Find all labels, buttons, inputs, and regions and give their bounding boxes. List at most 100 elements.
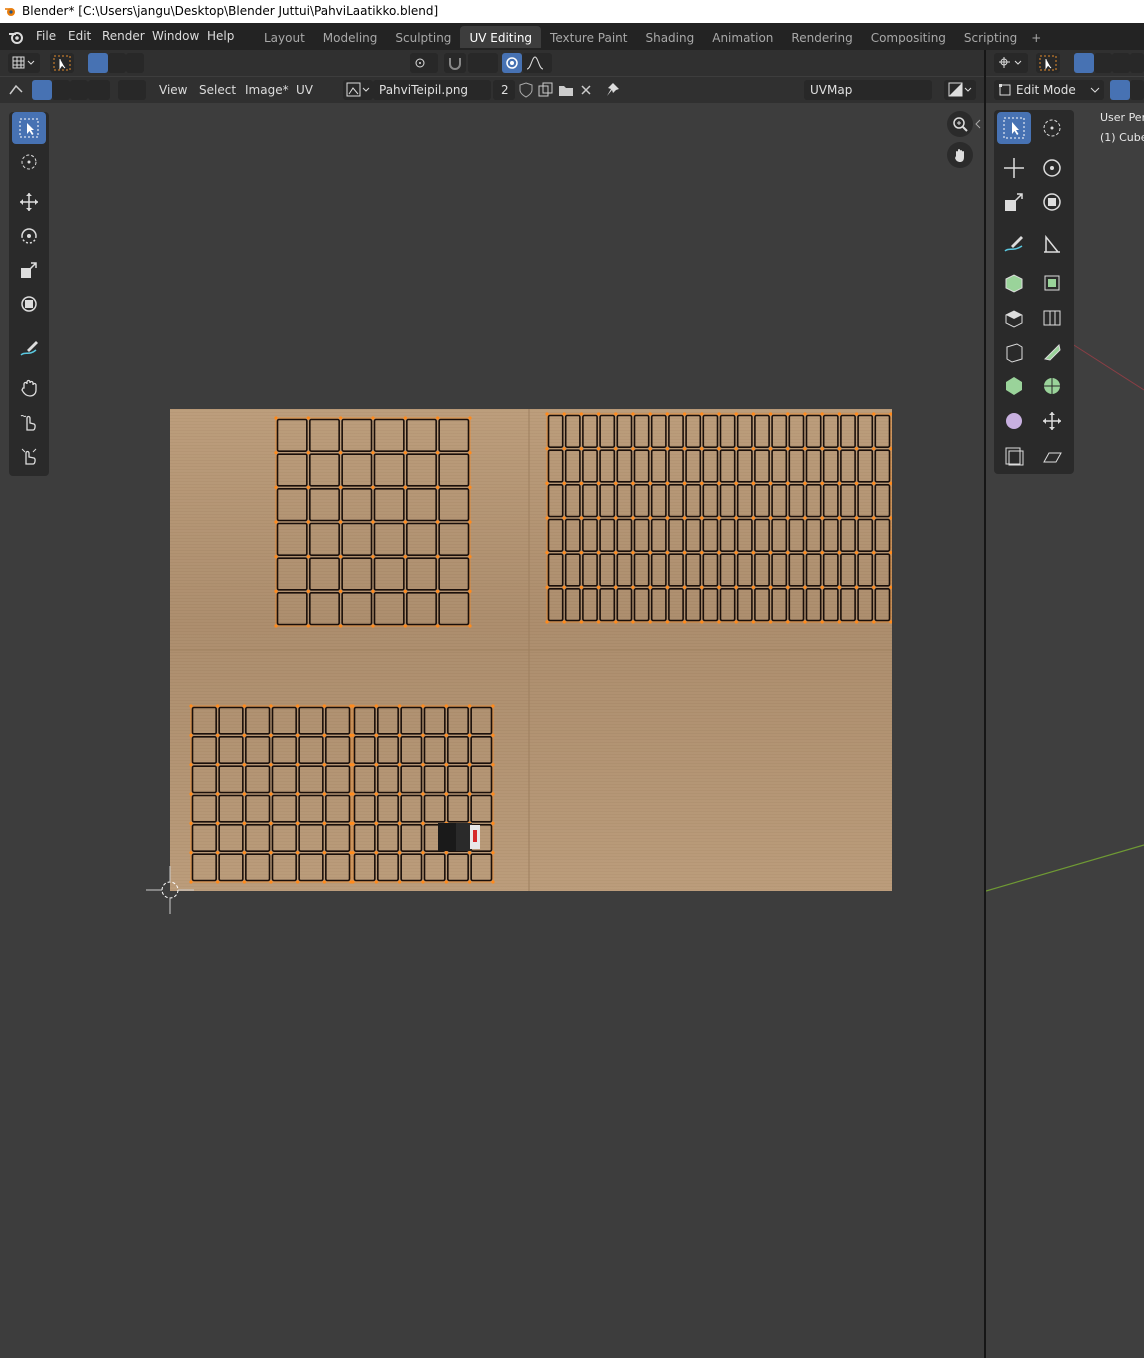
uv-vertex[interactable] <box>597 551 601 555</box>
uv-vertex[interactable] <box>769 516 773 520</box>
viewport-tool-edge-slide[interactable] <box>1035 405 1069 437</box>
tool-annotate[interactable] <box>12 332 46 364</box>
uv-vertex[interactable] <box>665 551 669 555</box>
uv-vertex[interactable] <box>374 763 378 767</box>
uv-vertex[interactable] <box>403 555 407 559</box>
fake-user-shield-icon[interactable] <box>518 81 534 99</box>
uv-vertex[interactable] <box>562 481 566 485</box>
uv-vertex[interactable] <box>597 516 601 520</box>
add-workspace-button[interactable]: + <box>1026 26 1046 48</box>
uv-vertex[interactable] <box>468 763 472 767</box>
duplicate-image-icon[interactable] <box>537 81 555 99</box>
island-select-button[interactable] <box>88 80 110 100</box>
uv-vertex[interactable] <box>296 733 300 737</box>
snap-target-button[interactable] <box>468 53 498 73</box>
uv-vertex[interactable] <box>837 481 842 485</box>
uv-vertex[interactable] <box>734 516 738 520</box>
uv-vertex[interactable] <box>269 821 273 825</box>
uv-vertex[interactable] <box>648 481 652 485</box>
vertex-select-button[interactable] <box>32 80 52 100</box>
viewport-tool-move[interactable] <box>997 152 1031 184</box>
uv-vertex[interactable] <box>339 485 343 489</box>
uv-vertex[interactable] <box>872 585 876 589</box>
uv-vertex[interactable] <box>751 551 756 555</box>
uv-vertex[interactable] <box>398 851 402 855</box>
uv-vertex[interactable] <box>269 851 273 855</box>
viewport-tool-inset[interactable] <box>997 301 1031 333</box>
sticky-select-button[interactable] <box>118 80 146 100</box>
uv-vertex[interactable] <box>803 585 807 589</box>
uv-vertex[interactable] <box>269 792 273 796</box>
uv-vertex[interactable] <box>371 555 375 559</box>
uv-vertex[interactable] <box>614 551 618 555</box>
tool-cursor[interactable] <box>12 146 46 178</box>
tool-select-button[interactable] <box>50 53 74 73</box>
pan-view-button[interactable] <box>947 142 973 168</box>
uv-vertex[interactable] <box>374 792 378 796</box>
uv-vertex[interactable] <box>421 733 425 737</box>
menu-edit[interactable]: Edit <box>68 23 91 50</box>
uv-vertex[interactable] <box>371 451 375 455</box>
uv-vertex[interactable] <box>717 585 721 589</box>
uv-vertex[interactable] <box>242 733 246 737</box>
uv-vertex[interactable] <box>562 516 566 520</box>
uv-vertex[interactable] <box>631 551 635 555</box>
uv-vertex[interactable] <box>683 481 687 485</box>
uv-vertex[interactable] <box>398 821 402 825</box>
tool-grab[interactable] <box>12 372 46 404</box>
menu-render[interactable]: Render <box>102 23 145 50</box>
uv-vertex[interactable] <box>339 520 343 524</box>
uv-vertex[interactable] <box>700 585 704 589</box>
viewport-select-tool-button[interactable] <box>1036 53 1060 73</box>
2d-cursor-icon[interactable] <box>146 866 196 916</box>
uv-vertex[interactable] <box>468 851 472 855</box>
uv-vertex[interactable] <box>444 792 448 796</box>
viewport-editor-type-button[interactable] <box>994 53 1028 73</box>
uv-vertex[interactable] <box>786 447 790 451</box>
blender-menu-icon[interactable] <box>8 29 24 45</box>
uv-vertex[interactable] <box>597 585 601 589</box>
uv-vertex[interactable] <box>597 447 601 451</box>
viewport-vertex-mode-button[interactable] <box>1110 80 1130 100</box>
uv-vertex[interactable] <box>683 551 687 555</box>
tool-relax[interactable] <box>12 406 46 438</box>
viewport-tool-cursor[interactable] <box>1035 112 1069 144</box>
uv-vertex[interactable] <box>216 763 220 767</box>
uv-vertex[interactable] <box>769 481 773 485</box>
uv-vertex[interactable] <box>403 451 407 455</box>
uv-vertex[interactable] <box>436 589 440 593</box>
uv-vertex[interactable] <box>751 585 756 589</box>
uv-vertex[interactable] <box>665 481 669 485</box>
unlink-image-icon[interactable] <box>578 82 594 98</box>
viewport-tool-measure[interactable] <box>1035 228 1069 260</box>
uv-vertex[interactable] <box>296 792 300 796</box>
viewport-select-invert-button[interactable] <box>1130 53 1144 73</box>
uv-vertex[interactable] <box>665 585 669 589</box>
uv-vertex[interactable] <box>803 516 807 520</box>
uv-vertex[interactable] <box>683 585 687 589</box>
viewport-tool-smooth[interactable] <box>997 405 1031 437</box>
tab-uv-editing[interactable]: UV Editing <box>460 26 542 48</box>
tool-select-box[interactable] <box>12 112 46 144</box>
uv-vertex[interactable] <box>339 555 343 559</box>
uv-vertex[interactable] <box>614 585 618 589</box>
uv-vertex[interactable] <box>562 447 566 451</box>
select-mode-extend-button[interactable] <box>108 53 126 73</box>
uv-vertex[interactable] <box>296 821 300 825</box>
uv-vertex[interactable] <box>444 851 448 855</box>
uv-vertex[interactable] <box>769 585 773 589</box>
select-mode-new-button[interactable] <box>88 53 108 73</box>
menu-window[interactable]: Window <box>152 23 199 50</box>
tool-scale[interactable] <box>12 254 46 286</box>
uv-vertex[interactable] <box>837 551 842 555</box>
viewport-tool-knife[interactable] <box>1035 336 1069 368</box>
uv-vertex[interactable] <box>803 481 807 485</box>
pivot-point-button[interactable] <box>410 53 438 73</box>
uv-vertex[interactable] <box>374 821 378 825</box>
uv-vertex[interactable] <box>648 585 652 589</box>
uv-vertex[interactable] <box>786 585 790 589</box>
uv-vertex[interactable] <box>216 821 220 825</box>
uv-vertex[interactable] <box>322 792 326 796</box>
viewport-tool-annotate[interactable] <box>997 228 1031 260</box>
viewport-tool-rotate[interactable] <box>1035 152 1069 184</box>
